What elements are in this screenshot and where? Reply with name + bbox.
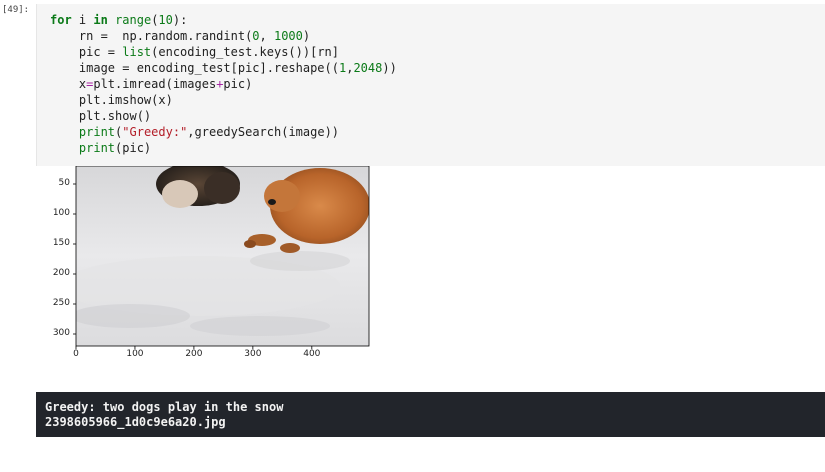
code-token: plt.imread(images: [93, 77, 217, 91]
code-editor[interactable]: for i in range(10): rn = np.random.randi…: [50, 12, 397, 156]
output-caption-line: Greedy: two dogs play in the snow: [45, 400, 284, 414]
code-token: ,greedySearch(image)): [187, 125, 340, 139]
code-token: pic =: [50, 45, 123, 59]
code-line: plt.show(): [50, 109, 151, 123]
code-line: print("Greedy:",greedySearch(image)): [50, 125, 339, 139]
code-token: ,: [259, 29, 274, 43]
code-line: pic = list(encoding_test.keys())[rn]: [50, 45, 339, 59]
code-line: plt.imshow(x): [50, 93, 173, 107]
y-tick-label: 150: [52, 238, 70, 248]
code-token: 0: [252, 29, 260, 43]
code-token: in: [93, 13, 108, 27]
code-cell-input[interactable]: for i in range(10): rn = np.random.randi…: [36, 4, 825, 166]
code-token: i: [71, 13, 94, 27]
y-tick-label: 50: [58, 178, 70, 188]
x-tick-label: 0: [73, 349, 79, 359]
code-token: 2048: [353, 61, 383, 75]
image-plot-output: 50 100 150 200 250 300 0 100 200 300 400: [0, 165, 380, 366]
code-token: ):: [172, 13, 188, 27]
code-line: print(pic): [50, 141, 151, 155]
code-token: image = encoding_test[pic].reshape((: [50, 61, 339, 75]
code-token: plt.show(): [50, 109, 152, 123]
code-token: rn = np.random.randint(: [50, 29, 253, 43]
code-token: (pic): [115, 141, 152, 155]
code-token: pic): [223, 77, 253, 91]
code-token: (encoding_test.keys())[rn]: [151, 45, 339, 59]
code-token: print: [78, 141, 116, 155]
y-tick-label: 100: [52, 208, 70, 218]
x-tick-label: 300: [244, 349, 262, 359]
code-line: for i in range(10):: [50, 13, 187, 27]
code-token: range: [115, 13, 152, 27]
y-tick-label: 200: [52, 268, 70, 278]
y-axis-ticks: [73, 183, 76, 335]
y-tick-label: 250: [52, 298, 70, 308]
cell-prompt: [49]:: [2, 5, 30, 15]
stdout-output: Greedy: two dogs play in the snow 239860…: [36, 392, 825, 437]
x-tick-label: 200: [185, 349, 203, 359]
code-token: print: [78, 125, 116, 139]
code-token: )): [382, 61, 397, 75]
code-line: image = encoding_test[pic].reshape((1,20…: [50, 61, 397, 75]
code-token: plt.imshow(x): [50, 93, 173, 107]
code-token: ): [302, 29, 311, 43]
y-tick-label: 300: [52, 328, 70, 338]
x-tick-label: 100: [126, 349, 144, 359]
dogs-in-snow-image: [76, 166, 369, 346]
code-token: list: [122, 45, 152, 59]
x-tick-label: 400: [303, 349, 321, 359]
code-line: rn = np.random.randint(0, 1000): [50, 29, 310, 43]
code-token: for: [50, 13, 72, 27]
code-token: 1000: [273, 29, 303, 43]
code-token: x: [50, 77, 87, 91]
code-line: x=plt.imread(images+pic): [50, 77, 252, 91]
output-filename-line: 2398605966_1d0c9e6a20.jpg: [45, 415, 226, 429]
code-token: "Greedy:": [122, 125, 188, 139]
code-token: 10: [158, 13, 173, 27]
